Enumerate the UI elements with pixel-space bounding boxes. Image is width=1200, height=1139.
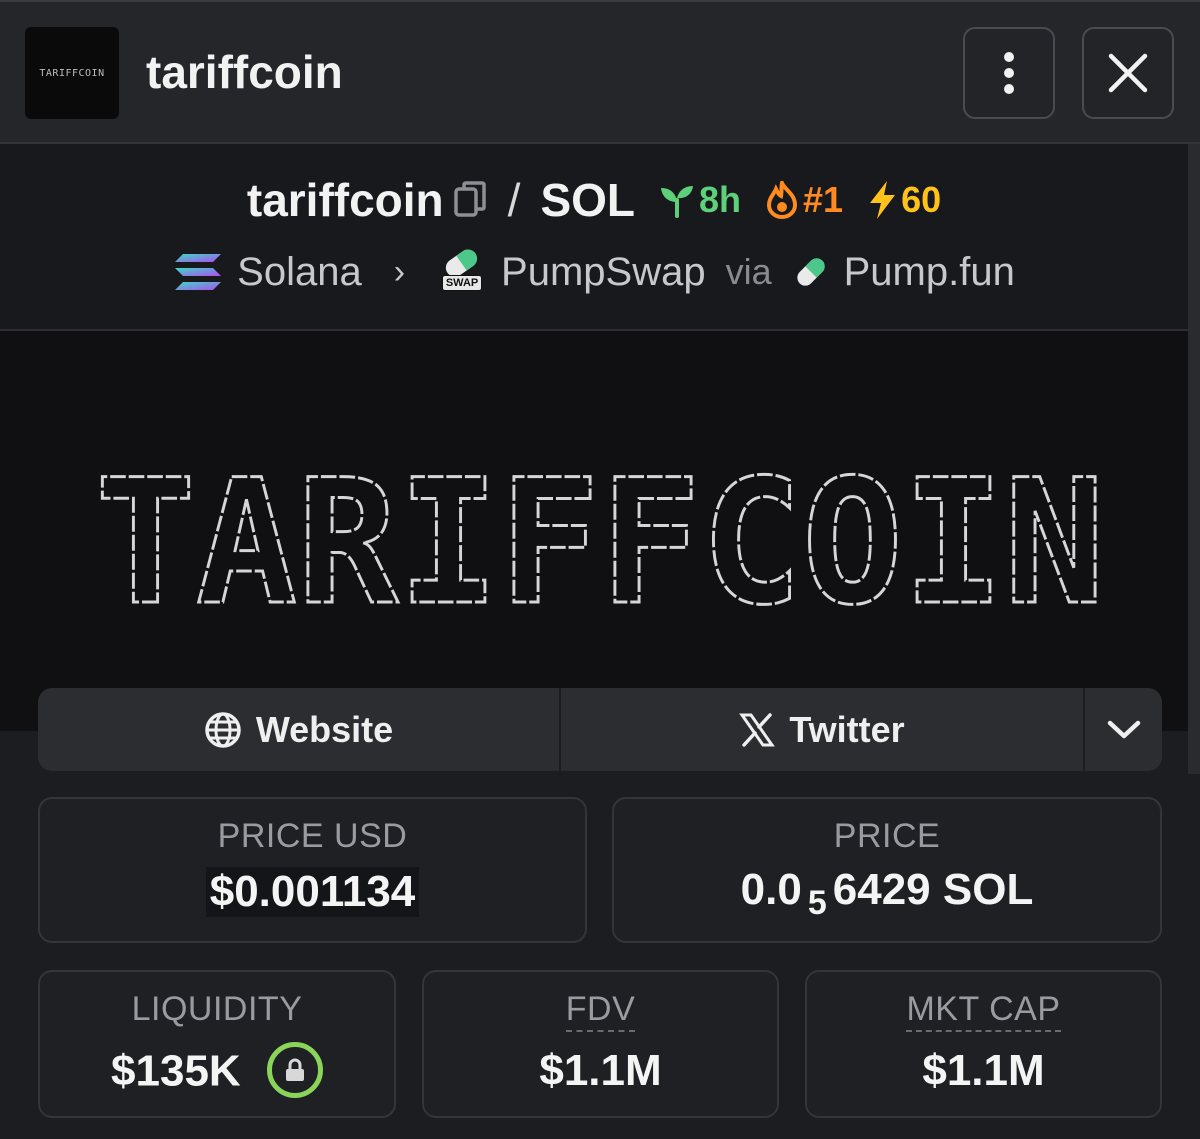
twitter-link[interactable]: Twitter (561, 688, 1085, 771)
copy-icon[interactable] (453, 181, 488, 219)
scrollbar-track[interactable] (1188, 144, 1200, 774)
fdv-card: FDV $1.1M (422, 970, 779, 1118)
banner-logo-text: TARIFFCOIN (94, 470, 1107, 620)
liquidity-lock-badge[interactable] (266, 1042, 323, 1098)
pair-separator: / (507, 174, 521, 226)
chevron-down-icon (1107, 720, 1140, 738)
chevron-right-icon: › (393, 252, 406, 291)
token-header: TARIFFCOIN tariffcoin (0, 0, 1200, 144)
globe-icon (205, 711, 241, 748)
website-label: Website (255, 708, 394, 750)
lock-icon (285, 1058, 304, 1081)
price-usd-value: $0.001134 (205, 867, 420, 917)
more-links-button[interactable] (1085, 688, 1162, 771)
pair-quote-token: SOL (540, 174, 635, 226)
fdv-label[interactable]: FDV (565, 990, 636, 1032)
boost-badge[interactable]: 60 (867, 179, 941, 221)
pair-base-token: tariffcoin (246, 174, 444, 226)
liquidity-label: LIQUIDITY (131, 990, 303, 1028)
market-cap-label-wrap: MKT CAP (807, 990, 1160, 1032)
price-usd-value-wrap: $0.001134 (40, 867, 585, 917)
x-logo-icon (739, 712, 776, 747)
liquidity-value-wrap: $135K (40, 1042, 394, 1102)
seedling-icon (661, 186, 693, 218)
svg-text:TARIFFCOIN: TARIFFCOIN (95, 470, 1105, 620)
chain-name[interactable]: Solana (237, 250, 362, 295)
close-button[interactable] (1082, 27, 1174, 119)
more-options-button[interactable] (963, 27, 1055, 119)
price-native-card: PRICE 0.0 5 6429 SOL (612, 797, 1162, 943)
pair-line: tariffcoin / SOL 8h #1 60 (0, 170, 1188, 230)
links-bar: Website Twitter (38, 688, 1162, 771)
fdv-label-wrap: FDV (424, 990, 777, 1032)
market-cap-card: MKT CAP $1.1M (805, 970, 1162, 1118)
avatar-text: TARIFFCOIN (39, 67, 105, 79)
price-native-prefix: 0.0 (740, 865, 802, 914)
dex-icon: SWAP (437, 247, 487, 297)
boost-value: 60 (901, 179, 942, 220)
token-avatar: TARIFFCOIN (25, 27, 119, 119)
via-label: via (725, 251, 772, 292)
price-native-label: PRICE (833, 817, 941, 855)
pill-icon (796, 258, 825, 286)
token-title: tariffcoin (146, 46, 343, 98)
chain-breadcrumb: Solana › SWAP PumpSwap via Pump.fun (0, 244, 1188, 300)
age-badge: 8h (659, 179, 741, 221)
price-native-value: 0.0 5 6429 SOL (614, 865, 1160, 922)
solana-icon (175, 254, 222, 290)
liquidity-value: $135K (111, 1046, 241, 1096)
close-icon (1108, 53, 1148, 93)
liquidity-card: LIQUIDITY $135K (38, 970, 396, 1118)
price-native-unit: SOL (942, 865, 1034, 914)
price-native-zero-count: 5 (807, 884, 827, 922)
launchpad-name[interactable]: Pump.fun (844, 250, 1015, 295)
lightning-icon (870, 181, 896, 219)
market-cap-label[interactable]: MKT CAP (906, 990, 1061, 1032)
price-usd-label: PRICE USD (217, 817, 408, 855)
dex-name[interactable]: PumpSwap (501, 250, 706, 295)
website-link[interactable]: Website (38, 688, 561, 771)
dex-icon-text: SWAP (441, 275, 483, 291)
price-usd-card: PRICE USD $0.001134 (38, 797, 587, 943)
trending-rank-badge[interactable]: #1 (765, 179, 843, 221)
rank-value: #1 (803, 179, 844, 220)
price-native-digits: 6429 (832, 865, 931, 914)
age-value: 8h (699, 179, 742, 220)
vertical-dots-icon (1004, 52, 1014, 94)
fdv-value: $1.1M (539, 1046, 662, 1095)
flame-icon (767, 181, 798, 219)
market-cap-value: $1.1M (922, 1046, 1045, 1095)
twitter-label: Twitter (789, 708, 905, 750)
